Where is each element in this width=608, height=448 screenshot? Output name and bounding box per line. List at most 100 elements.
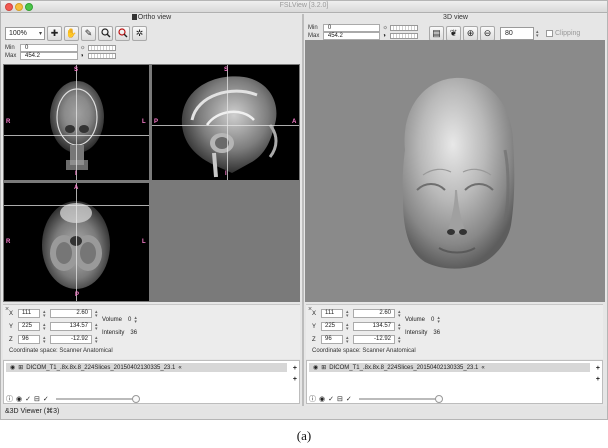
ortho-viewport-grid: S I R L S I P A A P R L	[3, 64, 300, 302]
x-index-field[interactable]: 111	[18, 309, 40, 318]
volume-stepper-icon[interactable]: ▴ ▾	[437, 315, 441, 324]
check-icon[interactable]: ✓	[328, 395, 334, 403]
info-icon[interactable]: ⓘ	[309, 394, 316, 404]
lock-icon[interactable]: ⊞	[321, 364, 326, 371]
y-stepper-icon[interactable]: ▴ ▾	[43, 322, 47, 331]
orient-bottom: I	[225, 171, 227, 177]
settings-tool-button[interactable]: ✲	[132, 25, 147, 41]
layer-row[interactable]: ◉ ⊞ DICOM_T1_.8x.8x.8_224Slices_20150402…	[6, 363, 287, 372]
opacity-slider[interactable]	[55, 395, 140, 403]
min-field[interactable]: 0	[322, 24, 381, 32]
sagittal-viewport[interactable]: S I P A	[152, 65, 299, 180]
z-index-field[interactable]: 96	[18, 335, 40, 344]
info-toggle-icon[interactable]: «	[178, 365, 181, 371]
layer-buttons: + +	[596, 365, 600, 383]
3d-cursor-info: × X 111 ▴ ▾ 2.60 ▴ ▾ Y 225 ▴ ▾ 134.57 ▴ ▾ Z …	[306, 304, 603, 359]
opacity-slider[interactable]	[358, 395, 443, 403]
volume-value[interactable]: 0	[431, 317, 434, 323]
zoom-tool-button[interactable]	[98, 25, 113, 41]
y-coord-field[interactable]: 134.57	[353, 322, 395, 331]
z-stepper-icon[interactable]: ▴ ▾	[346, 335, 350, 344]
add-render-button[interactable]: ⊕	[463, 26, 478, 41]
x-stepper-icon[interactable]: ▴ ▾	[43, 309, 47, 318]
titlebar: FSLView [3.2.0]	[1, 1, 607, 13]
pan-tool-button[interactable]: ✋	[64, 25, 79, 41]
lock-icon[interactable]: ⊟	[34, 395, 40, 403]
sun-icon: ☼	[382, 25, 388, 31]
z-stepper-icon[interactable]: ▴ ▾	[43, 335, 47, 344]
y-coord-field[interactable]: 134.57	[50, 322, 92, 331]
fill-tool-button[interactable]	[115, 25, 130, 41]
coordinate-space-label: Coordinate space: Scanner Anatomical	[312, 348, 416, 354]
visibility-icon[interactable]: ◉	[319, 395, 325, 403]
pencil-tool-button[interactable]: ✎	[81, 25, 96, 41]
ortho-minmax: Min 0 ☼ Max 454.2 ◑	[5, 44, 125, 60]
z-coord-field[interactable]: -12.92	[353, 335, 395, 344]
3d-render-viewport[interactable]	[305, 40, 605, 302]
max-slider[interactable]	[390, 33, 418, 39]
slider-knob[interactable]	[131, 395, 140, 403]
volume-value[interactable]: 0	[128, 317, 131, 323]
orient-bottom: P	[75, 292, 80, 298]
pencil-icon: ✎	[84, 27, 93, 38]
remove-layer-button[interactable]: +	[596, 376, 600, 383]
lock-icon[interactable]: ⊟	[337, 395, 343, 403]
check-icon[interactable]: ✓	[43, 395, 49, 403]
z-coord-field[interactable]: -12.92	[50, 335, 92, 344]
zoom-select[interactable]: 100% ▾	[5, 26, 45, 40]
eye-icon[interactable]: ◉	[313, 364, 318, 371]
x-index-field[interactable]: 111	[321, 309, 343, 318]
check-icon[interactable]: ✓	[346, 395, 352, 403]
opacity-field[interactable]: 80	[500, 27, 534, 40]
y-stepper-icon[interactable]: ▴ ▾	[346, 322, 350, 331]
max-field[interactable]: 454.2	[20, 52, 78, 60]
add-layer-button[interactable]: +	[596, 365, 600, 372]
visibility-icon[interactable]: ◉	[16, 395, 22, 403]
remove-layer-button[interactable]: +	[293, 376, 297, 383]
clipping-checkbox[interactable]	[546, 30, 553, 37]
render-mode-button[interactable]: ❦	[446, 26, 461, 41]
intensity-label: Intensity	[102, 329, 125, 336]
gear-icon: ✲	[135, 27, 144, 38]
opacity-stepper-icon[interactable]: ▴ ▾	[536, 29, 540, 38]
volume-stepper-icon[interactable]: ▴ ▾	[134, 315, 138, 324]
x-row: X 111 ▴ ▾ 2.60 ▴ ▾	[9, 309, 99, 318]
x-coord-field[interactable]: 2.60	[353, 309, 395, 318]
remove-render-button[interactable]: ⊖	[480, 26, 495, 41]
figure-caption: (a)	[296, 428, 312, 443]
add-layer-button[interactable]: +	[293, 365, 297, 372]
min-slider[interactable]	[390, 25, 418, 31]
y-index-field[interactable]: 225	[321, 322, 343, 331]
eye-icon[interactable]: ◉	[10, 364, 15, 371]
info-toggle-icon[interactable]: «	[481, 365, 484, 371]
max-label: Max	[308, 33, 320, 39]
layer-buttons: + +	[293, 365, 297, 383]
slider-knob[interactable]	[434, 395, 443, 403]
check-icon[interactable]: ✓	[25, 395, 31, 403]
info-icon[interactable]: ⓘ	[6, 394, 13, 404]
orient-top: A	[74, 185, 79, 191]
zoom-value: 100%	[9, 29, 27, 37]
add-icon: ⊕	[466, 28, 475, 38]
x-label: X	[9, 310, 14, 317]
ortho-cursor-info: × X 111 ▴ ▾ 2.60 ▴ ▾ Y 225 ▴ ▾ 134.57 ▴ ▾ Z …	[3, 304, 300, 359]
z-index-field[interactable]: 96	[321, 335, 343, 344]
x-stepper-icon[interactable]: ▴ ▾	[346, 309, 350, 318]
max-slider[interactable]	[88, 53, 116, 59]
max-field[interactable]: 454.2	[322, 32, 381, 40]
snapshot-button[interactable]: ▤	[429, 26, 444, 41]
coronal-viewport[interactable]: S I R L	[4, 65, 149, 180]
orient-top: S	[224, 67, 229, 73]
axial-viewport[interactable]: A P R L	[4, 183, 149, 301]
cursor-tool-button[interactable]: ✚	[47, 25, 62, 41]
min-field[interactable]: 0	[20, 44, 78, 52]
min-slider[interactable]	[88, 45, 116, 51]
x-coord-field[interactable]: 2.60	[50, 309, 92, 318]
orient-right: L	[142, 119, 146, 125]
y-index-field[interactable]: 225	[18, 322, 40, 331]
window-marker-icon	[131, 14, 137, 20]
layer-row[interactable]: ◉ ⊞ DICOM_T1_.8x.8x.8_224Slices_20150402…	[309, 363, 590, 372]
y-label: Y	[9, 323, 14, 330]
3d-layer-list: ◉ ⊞ DICOM_T1_.8x.8x.8_224Slices_20150402…	[306, 360, 603, 404]
lock-icon[interactable]: ⊞	[18, 364, 23, 371]
